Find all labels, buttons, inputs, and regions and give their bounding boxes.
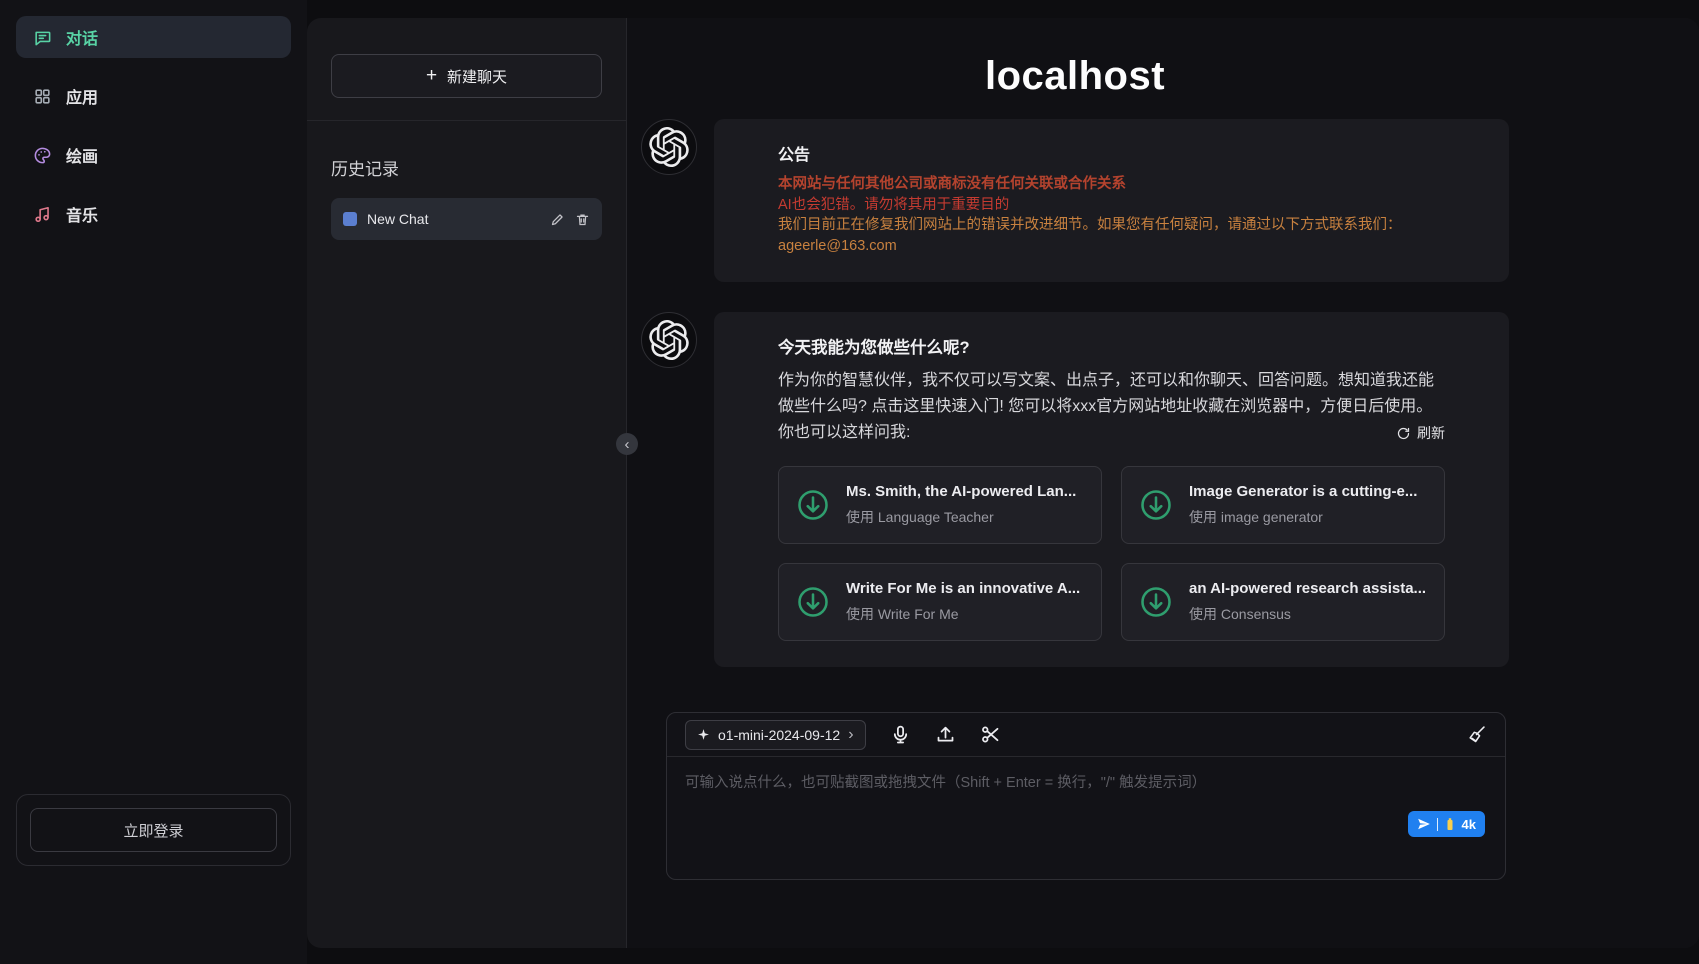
sidebar-item-label: 应用 [66,84,98,108]
suggestion-card[interactable]: Image Generator is a cutting-e... 使用 ima… [1121,466,1445,544]
model-selector[interactable]: o1-mini-2024-09-12 › [685,720,866,750]
chat-main: localhost 公告 本网站与任何其他公司或商标没有任何关联或合作关系 AI… [627,18,1699,948]
send-divider [1437,818,1438,831]
chevron-right-icon: › [848,727,853,743]
assistant-message-announcement: 公告 本网站与任何其他公司或商标没有任何关联或合作关系 AI也会犯错。请勿将其用… [641,119,1509,282]
refresh-icon [1396,426,1411,441]
openai-logo-icon [649,127,689,167]
nav-items: 对话 应用 绘画 音乐 [16,16,291,252]
suggestion-grid: Ms. Smith, the AI-powered Lan... 使用 Lang… [778,466,1445,641]
suggestion-title: Ms. Smith, the AI-powered Lan... [846,483,1076,500]
download-circle-icon [795,584,831,620]
ask-hint: 你也可以这样问我: [778,420,910,446]
chat-history-item[interactable]: New Chat [331,198,602,240]
chat-item-icon [343,212,357,226]
sidebar-item-music[interactable]: 音乐 [16,193,291,235]
suggestion-subtitle: 使用 Language Teacher [846,507,1076,527]
scissors-icon[interactable] [980,724,1001,745]
announcement-bubble: 公告 本网站与任何其他公司或商标没有任何关联或合作关系 AI也会犯错。请勿将其用… [714,119,1509,282]
clear-broom-icon[interactable] [1466,724,1487,745]
new-chat-wrap: + 新建聊天 [307,18,626,120]
chat-item-title: New Chat [367,211,540,227]
token-badge: 4k [1462,817,1476,832]
suggestion-title: Image Generator is a cutting-e... [1189,483,1417,500]
upload-icon[interactable] [935,724,956,745]
sidebar-item-label: 绘画 [66,143,98,167]
collapse-sidebar-button[interactable]: ‹ [616,433,638,455]
openai-logo-icon [649,320,689,360]
download-circle-icon [1138,584,1174,620]
sidebar-item-paint[interactable]: 绘画 [16,134,291,176]
new-chat-button[interactable]: + 新建聊天 [331,54,602,98]
apps-grid-icon [32,86,52,106]
sidebar-item-label: 音乐 [66,202,98,226]
composer: o1-mini-2024-09-12 › [666,712,1506,880]
composer-toolbar: o1-mini-2024-09-12 › [667,713,1505,757]
suggestion-card[interactable]: Write For Me is an innovative A... 使用 Wr… [778,563,1102,641]
suggestion-subtitle: 使用 image generator [1189,507,1417,527]
suggestion-subtitle: 使用 Write For Me [846,604,1080,624]
chat-content: localhost 公告 本网站与任何其他公司或商标没有任何关联或合作关系 AI… [641,18,1509,880]
sidebar-item-apps[interactable]: 应用 [16,75,291,117]
battery-icon [1444,817,1456,831]
send-button[interactable]: 4k [1408,811,1485,837]
microphone-icon[interactable] [890,724,911,745]
chat-list-panel: + 新建聊天 历史记录 New Chat [307,18,627,948]
login-card: 立即登录 [16,794,291,866]
contact-email-link[interactable]: ageerle@163.com [778,236,897,257]
suggestion-card[interactable]: an AI-powered research assista... 使用 Con… [1121,563,1445,641]
model-sparkle-icon [697,728,710,741]
model-name: o1-mini-2024-09-12 [718,727,840,743]
chat-icon [32,27,52,47]
suggestion-title: an AI-powered research assista... [1189,580,1426,597]
intro-title: 今天我能为您做些什么呢? [778,334,1445,358]
edit-icon[interactable] [550,212,565,227]
hint-row: 你也可以这样问我: 刷新 [778,420,1445,446]
intro-body: 作为你的智慧伙伴，我不仅可以写文案、出点子，还可以和你聊天、回答问题。想知道我还… [778,368,1445,420]
palette-icon [32,145,52,165]
intro-bubble: 今天我能为您做些什么呢? 作为你的智慧伙伴，我不仅可以写文案、出点子，还可以和你… [714,312,1509,667]
refresh-button[interactable]: 刷新 [1396,423,1445,443]
card-text: Image Generator is a cutting-e... 使用 ima… [1189,483,1417,527]
send-plane-icon [1417,817,1431,831]
music-note-icon [32,204,52,224]
assistant-message-intro: 今天我能为您做些什么呢? 作为你的智慧伙伴，我不仅可以写文案、出点子，还可以和你… [641,312,1509,667]
announcement-line: 我们目前正在修复我们网站上的错误并改进细节。如果您有任何疑问，请通过以下方式联系… [778,215,1445,236]
announcement-title: 公告 [778,141,1445,165]
card-text: Write For Me is an innovative A... 使用 Wr… [846,580,1080,624]
login-button[interactable]: 立即登录 [30,808,277,852]
sidebar-item-chat[interactable]: 对话 [16,16,291,58]
plus-icon: + [426,65,437,87]
download-circle-icon [795,487,831,523]
suggestion-title: Write For Me is an innovative A... [846,580,1080,597]
assistant-avatar [641,312,697,368]
download-circle-icon [1138,487,1174,523]
assistant-avatar [641,119,697,175]
message-input[interactable] [685,771,1487,835]
delete-icon[interactable] [575,212,590,227]
history-section: 历史记录 New Chat [307,120,626,948]
new-chat-label: 新建聊天 [447,66,507,87]
app-root: 对话 应用 绘画 音乐 立即登录 [0,0,1699,964]
composer-body: 4k [667,757,1505,879]
card-text: Ms. Smith, the AI-powered Lan... 使用 Lang… [846,483,1076,527]
workspace-card: + 新建聊天 历史记录 New Chat ‹ [307,18,1699,948]
suggestion-subtitle: 使用 Consensus [1189,604,1426,624]
sidebar-item-label: 对话 [66,25,98,49]
refresh-label: 刷新 [1417,423,1445,443]
suggestion-card[interactable]: Ms. Smith, the AI-powered Lan... 使用 Lang… [778,466,1102,544]
history-title: 历史记录 [331,155,602,180]
announcement-line: 本网站与任何其他公司或商标没有任何关联或合作关系 [778,174,1445,195]
announcement-line: AI也会犯错。请勿将其用于重要目的 [778,195,1445,216]
card-text: an AI-powered research assista... 使用 Con… [1189,580,1426,624]
page-title: localhost [641,54,1509,99]
nav-sidebar: 对话 应用 绘画 音乐 立即登录 [0,0,307,964]
